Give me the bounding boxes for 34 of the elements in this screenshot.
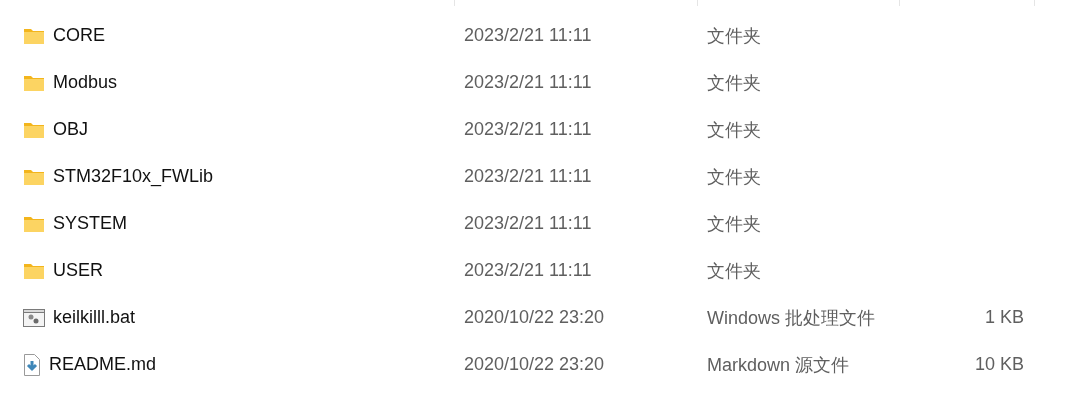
modified-date: 2020/10/22 23:20: [463, 354, 605, 374]
file-type: 文件夹: [706, 213, 761, 234]
file-name[interactable]: keilkilll.bat: [53, 307, 136, 328]
file-name[interactable]: CORE: [53, 25, 105, 46]
file-name[interactable]: SYSTEM: [53, 213, 127, 234]
file-type: 文件夹: [706, 260, 761, 281]
folder-icon: [23, 261, 45, 280]
modified-date: 2023/2/21 11:11: [463, 213, 592, 233]
folder-icon: [23, 167, 45, 186]
modified-date: 2023/2/21 11:11: [463, 119, 592, 139]
folder-icon: [23, 26, 45, 45]
folder-icon: [23, 120, 45, 139]
modified-date: 2023/2/21 11:11: [463, 25, 592, 45]
gear-window-icon: [23, 308, 45, 327]
document-arrow-icon: [23, 353, 41, 376]
modified-date: 2023/2/21 11:11: [463, 166, 592, 186]
file-name[interactable]: STM32F10x_FWLib: [53, 166, 214, 187]
modified-date: 2023/2/21 11:11: [463, 72, 592, 92]
file-name[interactable]: README.md: [49, 354, 156, 375]
file-type: Markdown 源文件: [706, 354, 850, 375]
file-name[interactable]: Modbus: [53, 72, 118, 93]
file-name[interactable]: OBJ: [53, 119, 88, 140]
modified-date: 2020/10/22 23:20: [463, 307, 605, 327]
file-type: 文件夹: [706, 166, 761, 187]
file-type: 文件夹: [706, 25, 761, 46]
file-size: 10 KB: [974, 354, 1024, 375]
folder-icon: [23, 73, 45, 92]
modified-date: 2023/2/21 11:11: [463, 260, 592, 280]
file-type: Windows 批处理文件: [706, 307, 876, 328]
file-type: 文件夹: [706, 72, 761, 93]
folder-icon: [23, 214, 45, 233]
file-name[interactable]: USER: [53, 260, 103, 281]
file-size: 1 KB: [984, 307, 1024, 328]
file-type: 文件夹: [706, 119, 761, 140]
